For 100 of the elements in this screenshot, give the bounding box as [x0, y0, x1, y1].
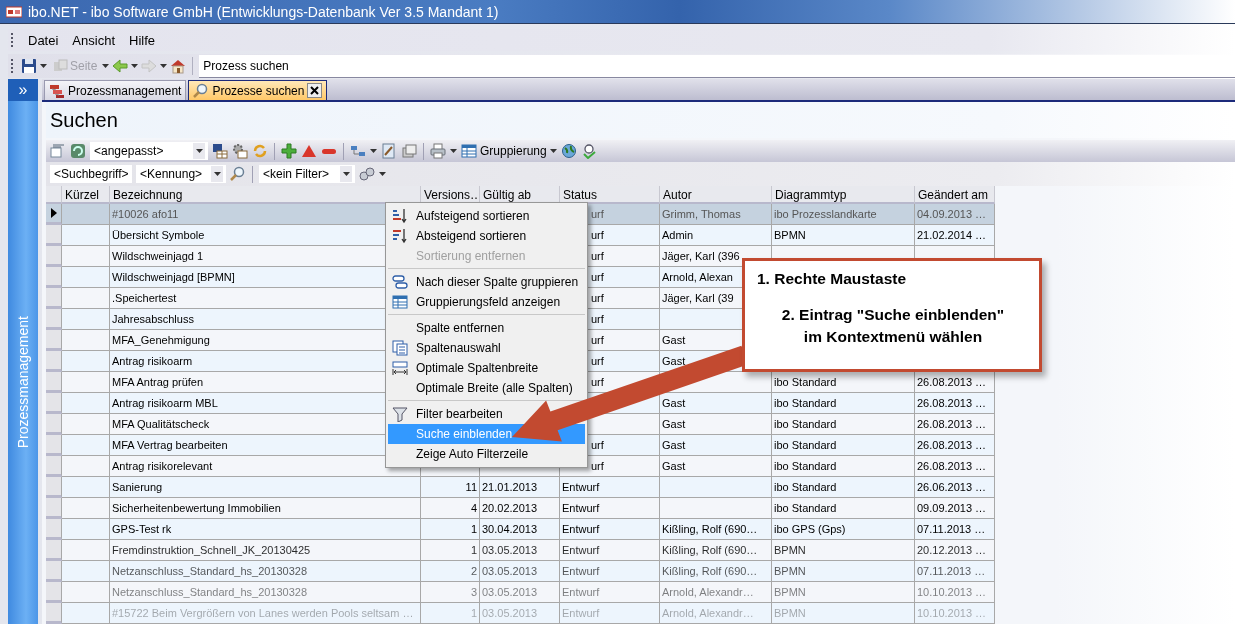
tab[interactable]: Prozessmanagement [44, 80, 187, 100]
id-dropdown[interactable]: <Kennung> [136, 165, 226, 183]
table-cell: 07.11.2013 … [915, 561, 995, 582]
dropdown-caret-icon[interactable] [131, 64, 139, 68]
table-cell: Netzanschluss_Standard_hs_20130328 [110, 561, 421, 582]
process-icon [49, 82, 65, 99]
callout-text: im Kontextmenü wählen [803, 328, 983, 346]
table-cell [62, 309, 110, 330]
table-cell: ibo Standard [772, 435, 915, 456]
table-icon [461, 143, 477, 159]
binoculars-icon[interactable] [359, 166, 375, 182]
close-icon[interactable] [307, 83, 323, 98]
find-icon[interactable] [580, 143, 597, 159]
table-cell: 03.05.2013 [480, 561, 560, 582]
save-table-icon[interactable] [212, 143, 228, 159]
column-header[interactable]: Geändert am [915, 186, 995, 204]
group-icon [392, 274, 408, 290]
sidebar-title: Prozessmanagement [15, 316, 31, 449]
column-chooser-icon [392, 340, 408, 356]
table-cell: 07.11.2013 … [915, 519, 995, 540]
search-icon [193, 82, 210, 99]
row-header[interactable] [46, 204, 62, 225]
table-cell: 26.06.2013 … [915, 477, 995, 498]
column-header[interactable]: Autor [660, 186, 772, 204]
dropdown-caret-icon[interactable] [379, 172, 386, 176]
dropdown-caret-icon[interactable] [450, 149, 457, 153]
table-cell: 04.09.2013 … [915, 204, 995, 225]
window-title: ibo.NET - ibo Software GmbH (Entwicklungs-Datenbank Ver 3.5 Mandant 1) [28, 3, 499, 20]
table-cell: GPS-Test rk [110, 519, 421, 540]
table-cell: BPMN [772, 561, 915, 582]
menu-item[interactable]: Ansicht [65, 30, 122, 50]
menu-item[interactable]: Datei [21, 30, 66, 50]
table-cell: ibo Standard [772, 393, 915, 414]
table-cell: BPMN [772, 603, 915, 624]
table-cell [62, 204, 110, 225]
printer-icon[interactable] [430, 143, 446, 159]
table-cell: Entwurf [560, 561, 660, 582]
column-header[interactable]: Status [560, 186, 660, 204]
grouping-button[interactable]: Gruppierung [461, 143, 557, 159]
table-cell: ibo Prozesslandkarte [772, 204, 915, 225]
table-cell [62, 351, 110, 372]
table-cell [62, 435, 110, 456]
menu-item[interactable]: Hilfe [122, 30, 162, 50]
dropdown-caret-icon[interactable] [213, 172, 221, 176]
page-icon [52, 58, 68, 74]
callout-text: 2. Eintrag "Suche einblenden" [781, 306, 1005, 324]
sort-descending-icon [392, 228, 408, 244]
table-cell [62, 267, 110, 288]
globe-icon[interactable] [560, 143, 577, 159]
home-icon[interactable] [170, 58, 187, 74]
dropdown-caret-icon[interactable] [342, 172, 350, 176]
add-icon[interactable] [281, 143, 297, 159]
column-header[interactable]: Diagrammtyp [772, 186, 915, 204]
dropdown-caret-icon[interactable] [549, 149, 557, 153]
column-header[interactable]: Kürzel [62, 186, 110, 204]
copy-icon[interactable] [401, 143, 417, 159]
table-cell [62, 477, 110, 498]
search-icon[interactable] [230, 166, 246, 182]
column-width-icon [392, 360, 408, 376]
table-icon [392, 294, 408, 310]
dropdown-caret-icon[interactable] [370, 149, 377, 153]
sort-ascending-icon [392, 208, 408, 224]
header-corner [46, 186, 62, 204]
table-cell: Admin [660, 225, 772, 246]
table-cell: 1 [421, 519, 480, 540]
table-cell: Kißling, Rolf (690… [660, 561, 772, 582]
gear-table-icon[interactable] [232, 143, 248, 159]
table-cell: 26.08.2013 … [915, 393, 995, 414]
table-cell: 1 [421, 603, 480, 624]
table-cell [62, 519, 110, 540]
tab[interactable]: Prozesse suchen [188, 80, 328, 100]
save-icon[interactable] [21, 58, 37, 74]
table-cell: 03.05.2013 [480, 603, 560, 624]
funnel-icon [392, 406, 408, 422]
table-cell: ibo Standard [772, 477, 915, 498]
table-cell: Entwurf [560, 603, 660, 624]
table-cell: BPMN [772, 225, 915, 246]
dropdown-caret-icon[interactable] [40, 64, 47, 68]
app-icon [6, 3, 22, 20]
table-cell: ibo GPS (Gps) [772, 519, 915, 540]
refresh-icon[interactable] [70, 143, 86, 159]
view-dropdown[interactable]: <angepasst> [90, 142, 208, 160]
dropdown-caret-icon[interactable] [195, 149, 203, 153]
column-header[interactable]: Bezeichnung [110, 186, 421, 204]
table-cell: Kißling, Rolf (690… [660, 519, 772, 540]
dropdown-caret-icon[interactable] [102, 64, 110, 68]
search-field[interactable]: <Suchbegriff> [50, 165, 132, 183]
expand-button[interactable]: » [8, 79, 38, 101]
edit-page-icon[interactable] [381, 143, 397, 159]
triangle-icon[interactable] [301, 143, 317, 159]
table-cell: Sanierung [110, 477, 421, 498]
table-cell: 21.01.2013 [480, 477, 560, 498]
filter-dropdown[interactable]: <kein Filter> [259, 165, 355, 183]
dropdown-caret-icon[interactable] [160, 64, 168, 68]
table-cell: Gast [660, 435, 772, 456]
table-cell: 30.04.2013 [480, 519, 560, 540]
table-cell [62, 225, 110, 246]
table-cell [62, 393, 110, 414]
address-field[interactable]: Prozess suchen [199, 54, 1235, 78]
layout-icon[interactable] [50, 143, 66, 159]
